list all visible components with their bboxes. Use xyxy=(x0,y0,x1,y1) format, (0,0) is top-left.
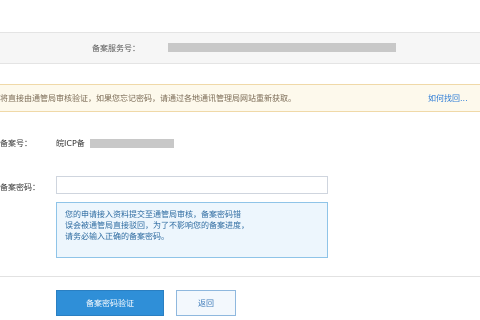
service-number-bar: 备案服务号： xyxy=(0,32,480,64)
record-password-label: 备案密码： xyxy=(0,183,40,192)
notice-banner: 将直接由通管局审核验证，如果您忘记密码，请通过各地通讯管理局网站重新获取。 如何… xyxy=(0,84,480,112)
help-text-line: 您的申请接入资料提交至通管局审核，备案密码错 xyxy=(65,210,241,219)
notice-text: 将直接由通管局审核验证，如果您忘记密码，请通过各地通讯管理局网站重新获取。 xyxy=(0,94,296,103)
help-text-line: 误会被通管局直接驳回，为了不影响您的备案进度， xyxy=(65,221,249,230)
help-text-line: 请务必输入正确的备案密码。 xyxy=(65,232,169,241)
masked-record-number xyxy=(90,139,174,148)
verify-password-button[interactable]: 备案密码验证 xyxy=(56,290,164,316)
record-password-input[interactable] xyxy=(56,176,328,194)
back-button[interactable]: 返回 xyxy=(176,290,236,316)
record-number-prefix: 皖ICP备 xyxy=(56,139,85,148)
help-text-box: 您的申请接入资料提交至通管局审核，备案密码错 误会被通管局直接驳回，为了不影响您… xyxy=(56,202,328,258)
record-number-label: 备案号： xyxy=(0,139,32,148)
divider xyxy=(0,276,480,277)
service-number-label: 备案服务号： xyxy=(92,44,140,53)
recover-password-link[interactable]: 如何找回... xyxy=(428,93,468,104)
masked-service-number xyxy=(168,43,396,52)
